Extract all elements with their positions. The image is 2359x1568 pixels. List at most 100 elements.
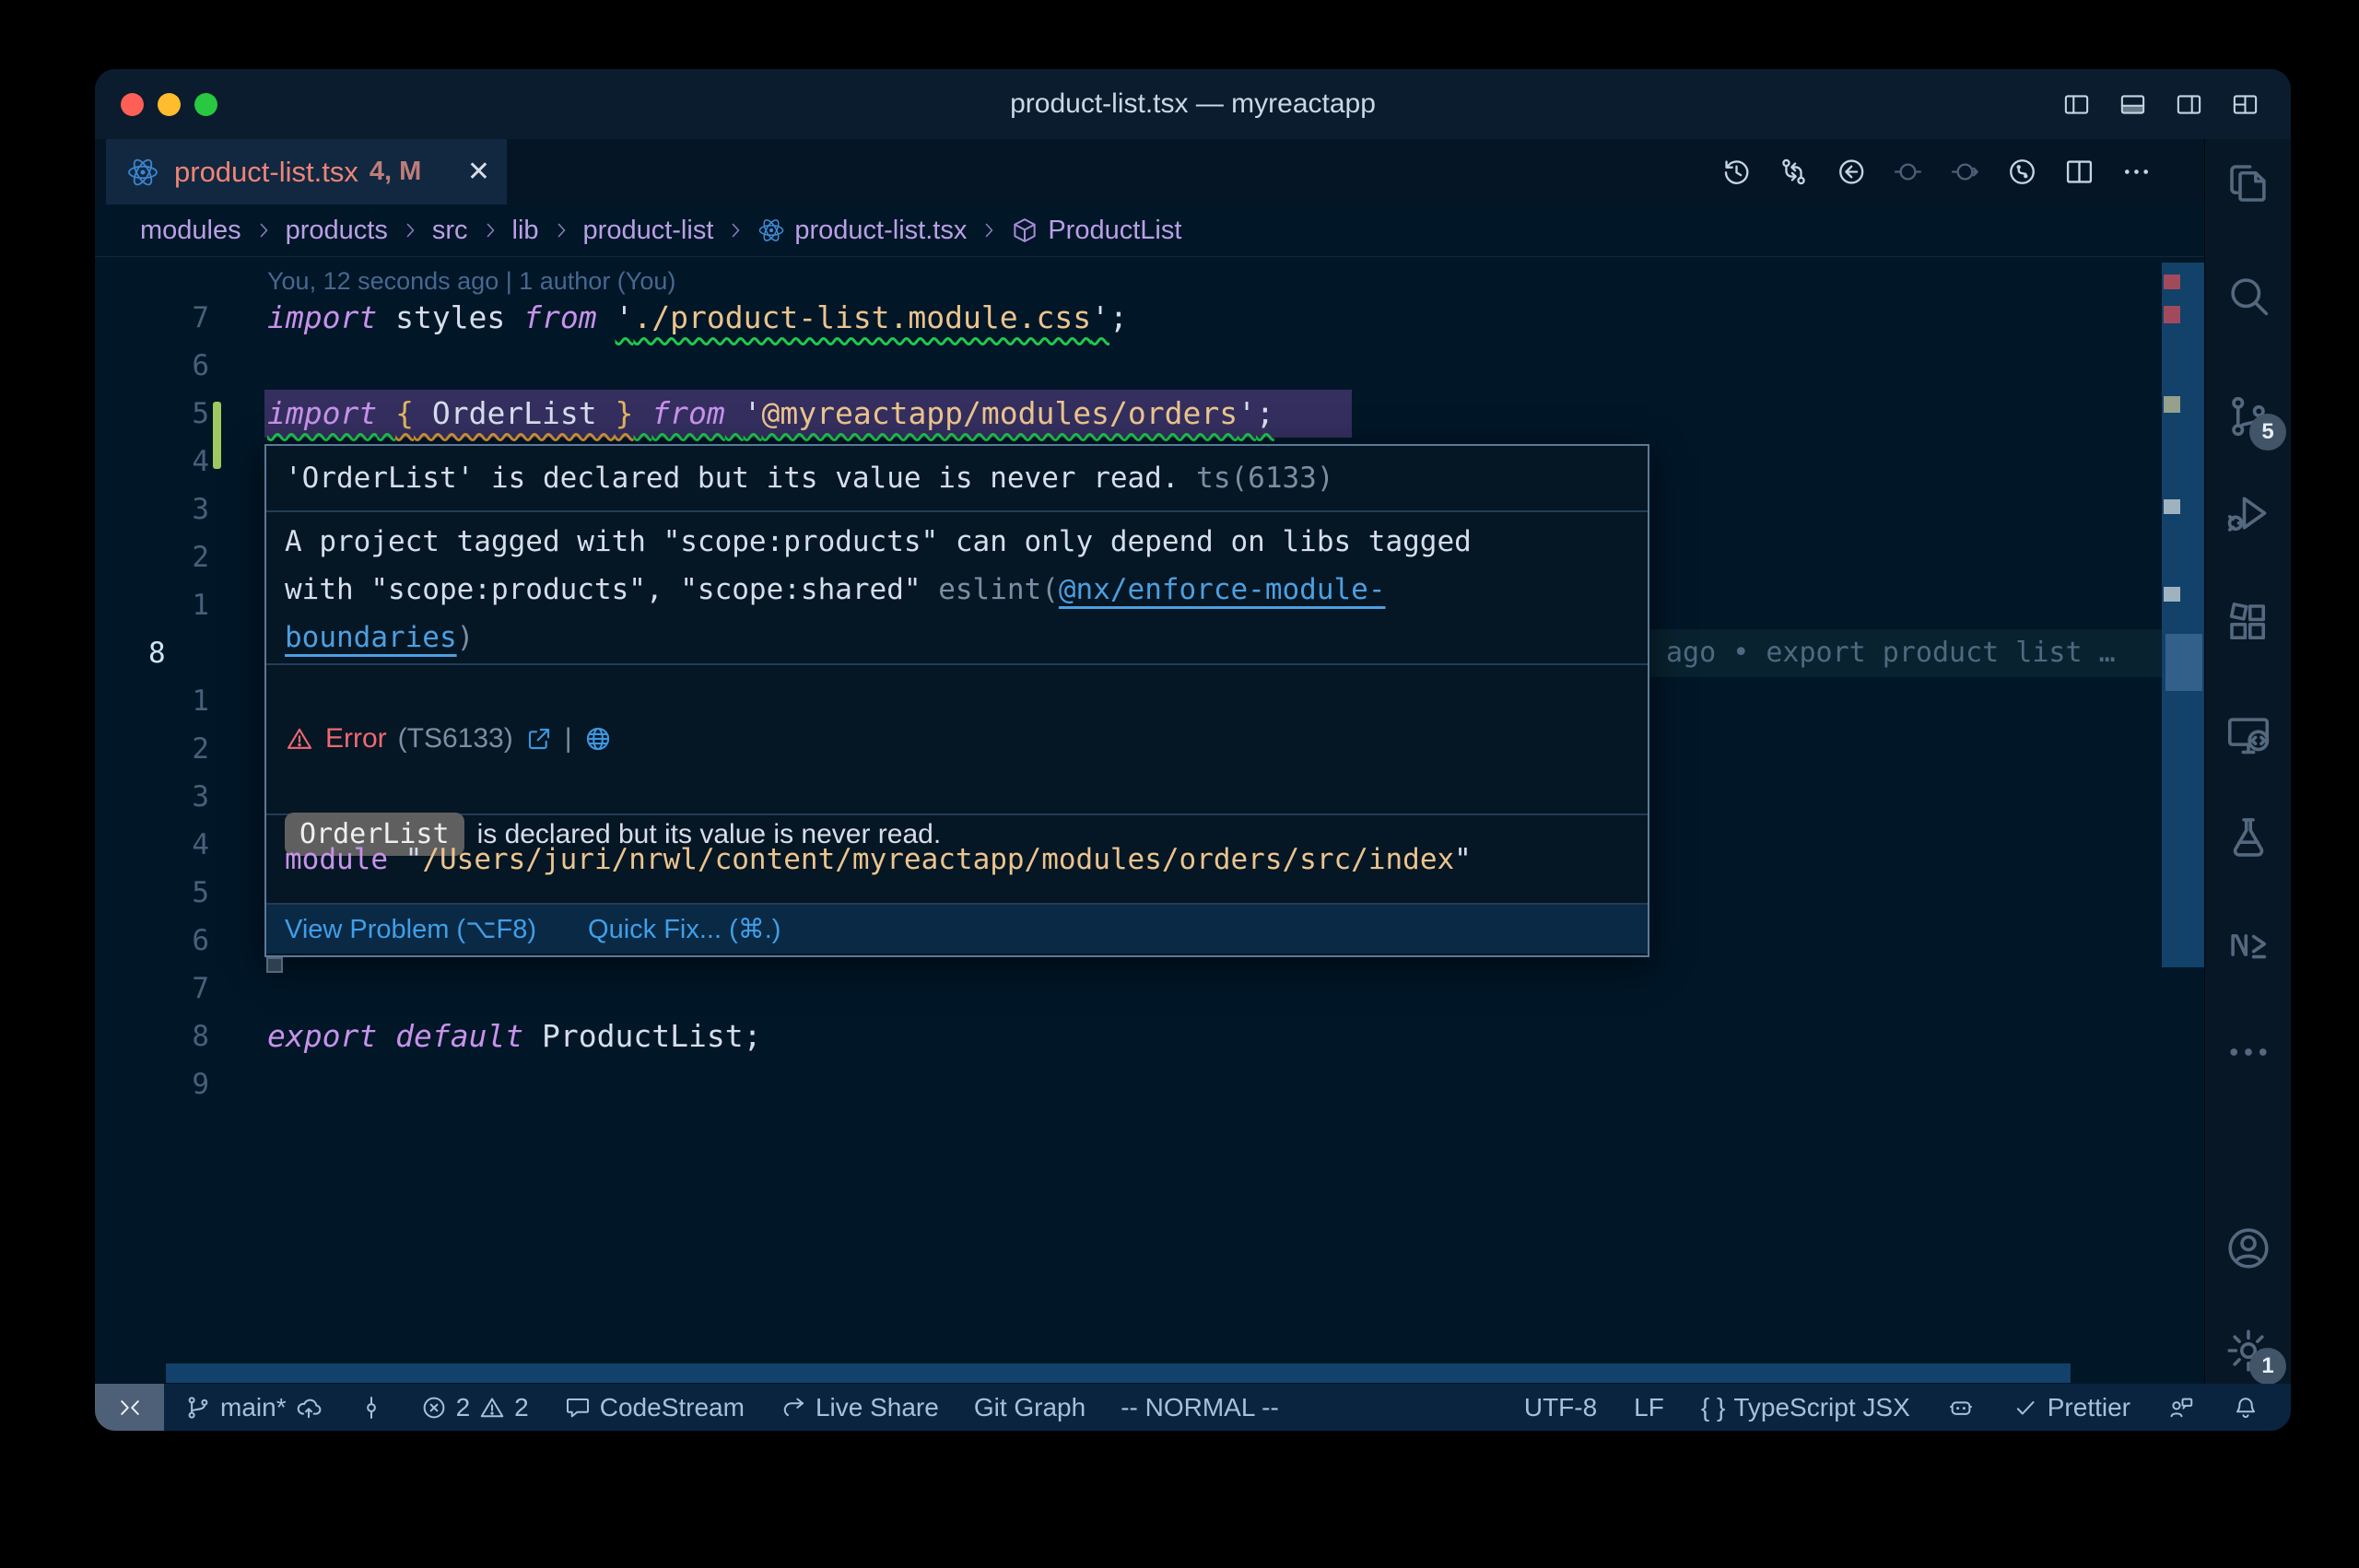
- remote-explorer-icon[interactable]: [2224, 710, 2273, 760]
- next-change-icon[interactable]: [1949, 156, 1981, 188]
- nx-console-icon[interactable]: [2224, 920, 2273, 970]
- status-feedback[interactable]: [2167, 1394, 2195, 1422]
- run-debug-icon[interactable]: [2224, 488, 2273, 538]
- line-number[interactable]: 7: [95, 294, 209, 342]
- status-language-label: TypeScript JSX: [1733, 1393, 1909, 1422]
- horizontal-scrollbar[interactable]: [166, 1363, 2071, 1383]
- panel-left-icon[interactable]: [2062, 90, 2091, 119]
- status-live-share-label: Live Share: [816, 1393, 939, 1422]
- line-number[interactable]: 2: [95, 533, 209, 581]
- panel-right-icon[interactable]: [2175, 90, 2203, 119]
- eslint-rule-link[interactable]: @nx/enforce-module-: [1059, 573, 1386, 606]
- settings-gear-icon[interactable]: 1: [2224, 1326, 2273, 1375]
- overview-ruler-mark: [2164, 306, 2180, 323]
- code-line[interactable]: export default ProductList;: [267, 1012, 761, 1060]
- line-number[interactable]: 4: [95, 438, 209, 486]
- status-language[interactable]: { } TypeScript JSX: [1701, 1393, 1910, 1422]
- commit-graph-icon[interactable]: [2006, 156, 2038, 188]
- status-codestream-label: CodeStream: [600, 1393, 745, 1422]
- hover-action-quick[interactable]: Quick Fix... (⌘.): [588, 905, 780, 954]
- more-actions-icon[interactable]: [2120, 156, 2153, 188]
- line-number[interactable]: 1: [95, 581, 209, 629]
- breadcrumb-item-product-list-tsx[interactable]: product-list.tsx: [757, 216, 967, 246]
- overview-ruler-mark: [2164, 396, 2180, 413]
- line-number[interactable]: 1: [95, 677, 209, 725]
- status-codestream[interactable]: CodeStream: [564, 1393, 745, 1422]
- line-number[interactable]: 8: [95, 1012, 209, 1060]
- breadcrumb-item-products[interactable]: products: [286, 216, 388, 246]
- extensions-icon[interactable]: [2224, 598, 2273, 648]
- line-number[interactable]: 3: [95, 486, 209, 533]
- hover-module-path: module "/Users/juri/nrwl/content/myreact…: [266, 813, 1648, 903]
- line-number[interactable]: 2: [95, 725, 209, 773]
- tab-product-list[interactable]: product-list.tsx 4, M ✕: [106, 139, 507, 205]
- open-externally-icon[interactable]: [524, 724, 554, 754]
- status-remote[interactable]: [95, 1384, 164, 1431]
- status-eol[interactable]: LF: [1634, 1393, 1664, 1422]
- copilot-icon: [1947, 1394, 1975, 1422]
- status-problems[interactable]: 22: [420, 1393, 529, 1422]
- chevron-right-icon: [479, 219, 501, 241]
- error-triangle-icon: [285, 724, 314, 754]
- layout-grid-icon[interactable]: [2231, 90, 2259, 119]
- line-number[interactable]: 5: [95, 869, 209, 917]
- tab-bar: product-list.tsx 4, M ✕: [95, 139, 2291, 205]
- account-icon[interactable]: [2224, 1223, 2273, 1273]
- breadcrumb-item-productlist[interactable]: ProductList: [1011, 216, 1181, 246]
- search-web-icon[interactable]: [583, 724, 613, 754]
- search-icon[interactable]: [2224, 271, 2273, 321]
- panel-bottom-icon[interactable]: [2118, 90, 2147, 119]
- status-encoding[interactable]: UTF-8: [1524, 1393, 1597, 1422]
- nx-console-icon: [2224, 920, 2273, 970]
- line-number[interactable]: 6: [95, 917, 209, 965]
- close-tab-icon[interactable]: ✕: [467, 156, 490, 188]
- breadcrumb-item-lib[interactable]: lib: [512, 216, 539, 246]
- line-number[interactable]: 5: [95, 390, 209, 438]
- explorer-icon[interactable]: [2224, 158, 2273, 208]
- window-title: product-list.tsx — myreactapp: [95, 69, 2291, 139]
- status-commit[interactable]: [358, 1394, 385, 1422]
- status-copilot[interactable]: [1947, 1394, 1975, 1422]
- warning-triangle-icon: [478, 1394, 506, 1422]
- status-bar: main* 22 CodeStream Live Share Git Graph -- N…: [95, 1384, 2291, 1431]
- code-line[interactable]: import styles from './product-list.modul…: [267, 294, 1128, 342]
- back-icon[interactable]: [1835, 156, 1867, 188]
- previous-change-icon[interactable]: [1892, 156, 1924, 188]
- status-prettier[interactable]: Prettier: [2012, 1393, 2130, 1422]
- testing-icon[interactable]: [2224, 813, 2273, 862]
- compare-changes-icon[interactable]: [1778, 156, 1810, 188]
- status-git-graph-label: Git Graph: [974, 1393, 1086, 1422]
- layout-controls: [2062, 90, 2259, 119]
- source-control-icon[interactable]: 5: [2224, 392, 2273, 441]
- hover-resize-grip[interactable]: [266, 957, 283, 973]
- status-language-label: { }: [1701, 1393, 1725, 1422]
- split-editor-icon[interactable]: [2063, 156, 2095, 188]
- react-icon: [757, 216, 785, 244]
- breadcrumb-item-modules[interactable]: modules: [140, 216, 241, 246]
- breadcrumb-item-src[interactable]: src: [432, 216, 468, 246]
- code-line[interactable]: import { OrderList } from '@myreactapp/m…: [267, 390, 1274, 438]
- line-number[interactable]: 9: [95, 1060, 209, 1108]
- status-live-share[interactable]: Live Share: [780, 1393, 939, 1422]
- chevron-right-icon: [550, 219, 572, 241]
- hover-ts-message: 'OrderList' is declared but its value is…: [266, 446, 1648, 510]
- error-label: Error: [325, 723, 387, 755]
- breadcrumb-item-product-list[interactable]: product-list: [583, 216, 714, 246]
- status-branch[interactable]: main*: [184, 1393, 323, 1422]
- vertical-scrollbar[interactable]: [2165, 634, 2202, 691]
- hover-actions: View Problem (⌥F8) Quick Fix... (⌘.): [266, 903, 1648, 954]
- status-notifications[interactable]: [2232, 1394, 2259, 1422]
- more-views-icon[interactable]: [2224, 1027, 2273, 1077]
- eslint-rule-link[interactable]: boundaries: [285, 621, 457, 654]
- status-problems-label: 2: [514, 1393, 529, 1422]
- line-number[interactable]: 7: [95, 965, 209, 1012]
- line-number[interactable]: 4: [95, 821, 209, 869]
- status-git-graph[interactable]: Git Graph: [974, 1393, 1086, 1422]
- code-editor[interactable]: 76543218123456789 ago • export product l…: [95, 257, 2204, 1384]
- status-vim-mode[interactable]: -- NORMAL --: [1121, 1393, 1279, 1422]
- hover-action-view[interactable]: View Problem (⌥F8): [285, 905, 536, 954]
- line-number[interactable]: 6: [95, 342, 209, 390]
- timeline-icon[interactable]: [1720, 156, 1753, 188]
- current-line-number[interactable]: 8: [95, 629, 209, 677]
- line-number[interactable]: 3: [95, 773, 209, 821]
